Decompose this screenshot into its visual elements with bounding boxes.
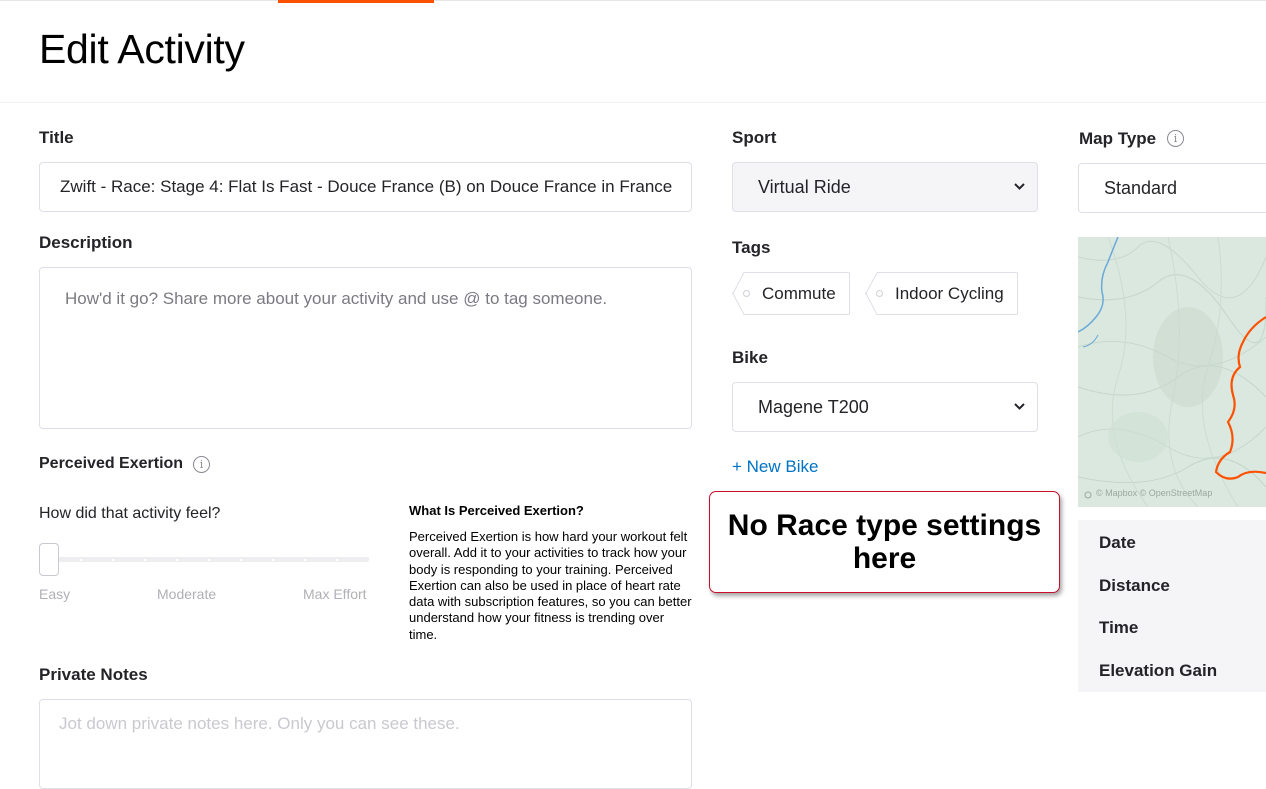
slider-tick bbox=[112, 559, 114, 561]
tag-label: Indoor Cycling bbox=[895, 283, 1004, 303]
sport-selected-value: Virtual Ride bbox=[758, 176, 851, 197]
exertion-info-heading: What Is Perceived Exertion? bbox=[409, 503, 584, 518]
active-nav-indicator bbox=[278, 0, 434, 3]
private-notes-label: Private Notes bbox=[39, 665, 148, 684]
top-nav-border bbox=[0, 0, 1266, 1]
new-bike-link[interactable]: + New Bike bbox=[732, 457, 818, 477]
slider-tick bbox=[208, 559, 210, 561]
chevron-down-icon bbox=[1014, 181, 1025, 192]
tag-hole-icon bbox=[743, 290, 750, 297]
exertion-slider-track[interactable] bbox=[49, 557, 369, 562]
stat-time: Time bbox=[1099, 618, 1139, 637]
scale-label-max-effort: Max Effort bbox=[303, 586, 367, 602]
bike-select[interactable]: Magene T200 bbox=[732, 382, 1038, 432]
slider-tick bbox=[336, 559, 338, 561]
description-label: Description bbox=[39, 233, 133, 252]
info-icon[interactable]: i bbox=[193, 456, 210, 473]
tags-label: Tags bbox=[732, 238, 771, 257]
private-notes-placeholder: Jot down private notes here. Only you ca… bbox=[59, 714, 460, 733]
exertion-slider-thumb[interactable] bbox=[39, 543, 59, 576]
chevron-down-icon bbox=[1014, 401, 1025, 412]
activity-stats-panel: Date Distance Time Elevation Gain bbox=[1078, 520, 1266, 692]
perceived-exertion-label: Perceived Exertion bbox=[39, 455, 184, 472]
slider-tick bbox=[144, 559, 146, 561]
page-title: Edit Activity bbox=[39, 26, 245, 72]
sport-select[interactable]: Virtual Ride bbox=[732, 162, 1038, 212]
slider-tick bbox=[176, 559, 178, 561]
map-type-label: Map Type bbox=[1079, 129, 1157, 148]
description-textarea[interactable]: How'd it go? Share more about your activ… bbox=[39, 267, 692, 429]
map-type-select[interactable]: Standard bbox=[1078, 163, 1266, 213]
info-icon[interactable]: i bbox=[1167, 130, 1184, 147]
slider-tick bbox=[304, 559, 306, 561]
bike-label: Bike bbox=[732, 348, 768, 367]
tag-hole-icon bbox=[876, 290, 883, 297]
exertion-info-text: Perceived Exertion is how hard your work… bbox=[409, 529, 692, 642]
title-label: Title bbox=[39, 128, 74, 147]
header-divider bbox=[0, 102, 1266, 103]
private-notes-textarea[interactable]: Jot down private notes here. Only you ca… bbox=[39, 699, 692, 789]
tag-commute[interactable]: Commute bbox=[732, 272, 850, 315]
slider-tick bbox=[240, 559, 242, 561]
scale-label-moderate: Moderate bbox=[157, 586, 217, 602]
slider-tick bbox=[80, 559, 82, 561]
tag-indoor-cycling[interactable]: Indoor Cycling bbox=[865, 272, 1018, 315]
tag-label: Commute bbox=[762, 283, 836, 303]
route-map[interactable]: © Mapbox © OpenStreetMap bbox=[1078, 237, 1266, 507]
scale-label-easy: Easy bbox=[39, 586, 71, 602]
stat-distance: Distance bbox=[1099, 576, 1170, 595]
stat-date: Date bbox=[1099, 533, 1136, 552]
map-attribution: © Mapbox © OpenStreetMap bbox=[1096, 488, 1213, 498]
slider-tick bbox=[272, 559, 274, 561]
annotation-callout: No Race type settings here bbox=[709, 491, 1060, 593]
title-input-value: Zwift - Race: Stage 4: Flat Is Fast - Do… bbox=[60, 177, 673, 196]
exertion-question: How did that activity feel? bbox=[39, 505, 221, 522]
sport-label: Sport bbox=[732, 128, 777, 147]
bike-selected-value: Magene T200 bbox=[758, 396, 869, 417]
stat-elevation-gain: Elevation Gain bbox=[1099, 661, 1218, 680]
description-placeholder: How'd it go? Share more about your activ… bbox=[65, 289, 608, 308]
map-type-selected-value: Standard bbox=[1104, 177, 1178, 198]
map-terrain bbox=[1078, 237, 1266, 507]
title-input[interactable]: Zwift - Race: Stage 4: Flat Is Fast - Do… bbox=[39, 162, 692, 212]
